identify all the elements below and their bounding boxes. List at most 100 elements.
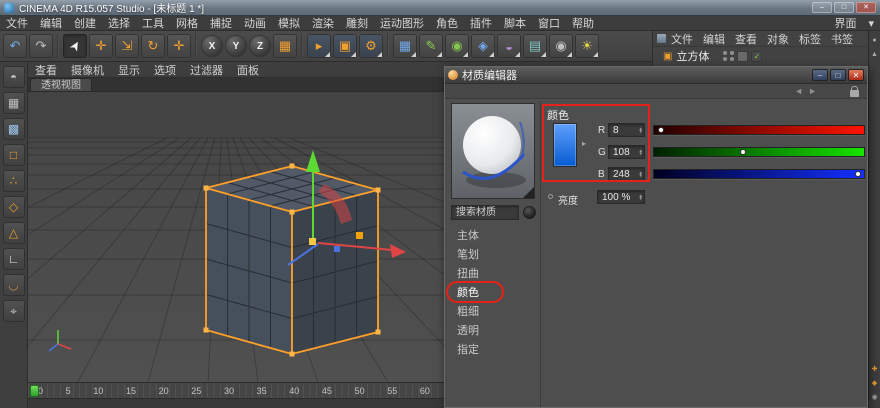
b-slider-marker[interactable] (855, 171, 861, 177)
lock-icon[interactable] (850, 90, 859, 97)
brightness-stepper[interactable]: ▲▼ (639, 194, 643, 201)
channel-item[interactable]: 主体 (449, 227, 537, 246)
menu-select[interactable]: 选择 (102, 15, 136, 31)
workplane-mode-button[interactable]: □ (3, 144, 25, 166)
add-light-button[interactable]: ☀ (575, 34, 599, 58)
menu-mesh[interactable]: 网格 (170, 15, 204, 31)
viewport-menu-panel[interactable]: 面板 (230, 62, 266, 78)
menu-render[interactable]: 渲染 (306, 15, 340, 31)
viewport-menu-options[interactable]: 选项 (147, 62, 183, 78)
phong-tag-icon[interactable] (737, 51, 748, 62)
menu-animate[interactable]: 动画 (238, 15, 272, 31)
gizmo-center-handle[interactable] (309, 238, 316, 245)
material-maximize-button[interactable]: □ (830, 69, 846, 81)
scale-tool-button[interactable]: ⇲ (115, 34, 139, 58)
menu-help[interactable]: 帮助 (566, 15, 600, 31)
add-spline-button[interactable]: ✎ (419, 34, 443, 58)
visibility-toggle-render[interactable] (730, 51, 734, 61)
material-close-button[interactable]: ✕ (848, 69, 864, 81)
viewport-canvas[interactable] (28, 92, 444, 382)
titlebar[interactable]: CINEMA 4D R15.057 Studio - [未标题 1 *] – □… (0, 0, 880, 16)
move-tool-button[interactable]: ✛ (89, 34, 113, 58)
content-browser-icon[interactable]: ● (870, 36, 880, 46)
maximize-button[interactable]: □ (834, 2, 854, 13)
coordinates-icon[interactable]: ✚ (870, 365, 880, 375)
channel-item[interactable]: 透明 (449, 322, 537, 341)
r-gradient-slider[interactable] (653, 125, 865, 135)
viewport-solo-button[interactable]: ◡ (3, 274, 25, 296)
lock-x-button[interactable]: X (201, 35, 223, 57)
model-mode-button[interactable]: ▦ (3, 92, 25, 114)
om-menu-edit[interactable]: 编辑 (698, 31, 730, 47)
r-value-field[interactable]: 8 ▲▼ (608, 123, 645, 137)
menu-plugins[interactable]: 插件 (464, 15, 498, 31)
plane-handle-z[interactable] (334, 246, 340, 252)
add-camera-button[interactable]: ◉ (549, 34, 573, 58)
tab-perspective-view[interactable]: 透视视图 (30, 78, 92, 91)
menu-snap[interactable]: 捕捉 (204, 15, 238, 31)
add-primitive-button[interactable]: ▦ (393, 34, 417, 58)
rotate-tool-button[interactable]: ↻ (141, 34, 165, 58)
menu-file[interactable]: 文件 (0, 15, 34, 31)
g-value-field[interactable]: 108 ▲▼ (608, 145, 645, 159)
object-label[interactable]: 立方体 (676, 48, 709, 64)
lock-z-button[interactable]: Z (249, 35, 271, 57)
b-gradient-slider[interactable] (653, 169, 865, 179)
g-gradient-slider[interactable] (653, 147, 865, 157)
current-frame-marker[interactable] (30, 385, 39, 397)
swatch-expand-icon[interactable]: ▸ (582, 139, 586, 148)
channel-item[interactable]: 粗细 (449, 303, 537, 322)
polygons-mode-button[interactable]: △ (3, 222, 25, 244)
layer-icon[interactable]: ◉ (870, 393, 880, 403)
channel-item[interactable]: 指定 (449, 341, 537, 360)
snapping-button[interactable]: ⌖ (3, 300, 25, 322)
plane-handle-xy[interactable] (356, 232, 363, 239)
g-stepper[interactable]: ▲▼ (639, 149, 643, 156)
live-selection-button[interactable]: ➤ (63, 34, 87, 58)
channel-item[interactable]: 笔划 (449, 246, 537, 265)
menu-character[interactable]: 角色 (430, 15, 464, 31)
redo-button[interactable]: ↷ (29, 34, 53, 58)
r-slider-marker[interactable] (658, 127, 664, 133)
material-minimize-button[interactable]: – (812, 69, 828, 81)
x-axis-arrowhead[interactable] (390, 244, 406, 258)
layout-dropdown-icon[interactable]: ▾ (862, 17, 880, 30)
viewport-menu-cameras[interactable]: 摄像机 (64, 62, 111, 78)
render-settings-button[interactable]: ⚙ (359, 34, 383, 58)
undo-button[interactable]: ↶ (3, 34, 27, 58)
minimize-button[interactable]: – (812, 2, 832, 13)
om-menu-objects[interactable]: 对象 (762, 31, 794, 47)
enable-axis-button[interactable]: ∟ (3, 248, 25, 270)
brightness-anim-dot[interactable] (548, 194, 553, 199)
texture-mode-button[interactable]: ▩ (3, 118, 25, 140)
search-material-field[interactable]: 搜索材质 (451, 205, 519, 220)
viewport-menu-display[interactable]: 显示 (111, 62, 147, 78)
add-modeling-button[interactable]: ◈ (471, 34, 495, 58)
close-button[interactable]: ✕ (856, 2, 876, 13)
channel-item[interactable]: 颜色 (449, 284, 537, 303)
om-menu-view[interactable]: 查看 (730, 31, 762, 47)
b-value-field[interactable]: 248 ▲▼ (608, 167, 645, 181)
menu-simulate[interactable]: 模拟 (272, 15, 306, 31)
r-stepper[interactable]: ▲▼ (639, 127, 643, 134)
menu-tools[interactable]: 工具 (136, 15, 170, 31)
menu-script[interactable]: 脚本 (498, 15, 532, 31)
check-tag-icon[interactable]: ✓ (751, 51, 762, 62)
om-menu-file[interactable]: 文件 (666, 31, 698, 47)
nav-back-icon[interactable]: ◄ (794, 86, 803, 96)
coordinate-system-button[interactable]: ▦ (273, 34, 297, 58)
menu-create[interactable]: 创建 (68, 15, 102, 31)
timeline-ruler[interactable]: 0 5 10 15 20 25 30 35 40 45 50 55 60 (28, 382, 444, 398)
om-menu-tags[interactable]: 标签 (794, 31, 826, 47)
material-preview[interactable] (451, 103, 535, 199)
add-deformer-button[interactable]: ◒ (497, 34, 521, 58)
brightness-value-field[interactable]: 100 % ▲▼ (597, 190, 645, 204)
om-menu-bookmarks[interactable]: 书签 (826, 31, 858, 47)
render-view-button[interactable]: ▸ (307, 34, 331, 58)
panel-icon[interactable] (657, 34, 666, 43)
search-knob-icon[interactable] (523, 206, 536, 219)
menu-mograph[interactable]: 运动图形 (374, 15, 430, 31)
points-mode-button[interactable]: ∴ (3, 170, 25, 192)
menu-sculpt[interactable]: 雕刻 (340, 15, 374, 31)
menu-edit[interactable]: 编辑 (34, 15, 68, 31)
